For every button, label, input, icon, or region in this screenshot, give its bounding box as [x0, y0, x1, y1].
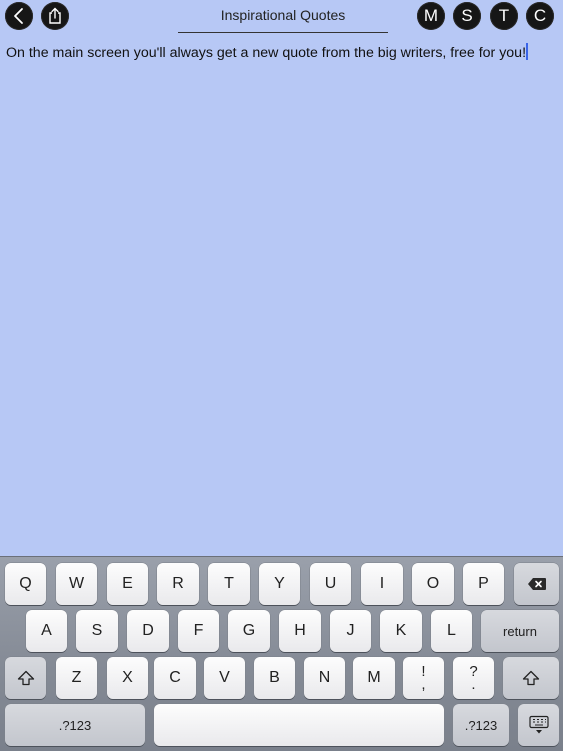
key-w[interactable]: W: [56, 563, 97, 605]
right-shift-key[interactable]: [503, 657, 559, 699]
space-bar[interactable]: [154, 704, 444, 746]
key-period-label: .: [471, 676, 476, 693]
c-button[interactable]: C: [526, 2, 554, 30]
key-exclamation-comma[interactable]: ! ,: [403, 657, 444, 699]
back-button[interactable]: [5, 2, 33, 30]
top-bar: Inspirational Quotes M S T C: [0, 0, 563, 36]
key-c[interactable]: C: [154, 657, 196, 699]
t-button[interactable]: T: [490, 2, 518, 30]
key-p[interactable]: P: [463, 563, 504, 605]
s-button[interactable]: S: [453, 2, 481, 30]
key-j[interactable]: J: [330, 610, 371, 652]
chevron-left-icon: [14, 8, 23, 24]
key-g[interactable]: G: [228, 610, 270, 652]
key-n[interactable]: N: [304, 657, 345, 699]
key-s[interactable]: S: [76, 610, 118, 652]
numbers-key-left[interactable]: .?123: [5, 704, 145, 746]
keyboard-dismiss-icon: [528, 715, 549, 734]
key-f[interactable]: F: [178, 610, 219, 652]
backspace-key[interactable]: [514, 563, 559, 605]
keyboard: Q W E R T Y U I O P A S D F G H J K L re…: [0, 556, 563, 751]
key-t[interactable]: T: [208, 563, 250, 605]
key-r[interactable]: R: [157, 563, 199, 605]
title-underline: [178, 32, 388, 33]
key-question-period[interactable]: ? .: [453, 657, 494, 699]
share-button[interactable]: [41, 2, 69, 30]
key-z[interactable]: Z: [56, 657, 97, 699]
key-x[interactable]: X: [107, 657, 148, 699]
key-q[interactable]: Q: [5, 563, 46, 605]
m-button[interactable]: M: [417, 2, 445, 30]
key-i[interactable]: I: [361, 563, 403, 605]
share-icon: [49, 7, 61, 24]
key-h[interactable]: H: [279, 610, 321, 652]
text-caret: [526, 43, 529, 60]
key-v[interactable]: V: [204, 657, 245, 699]
key-comma-label: ,: [421, 676, 426, 693]
page-title: Inspirational Quotes: [220, 7, 346, 23]
key-u[interactable]: U: [310, 563, 351, 605]
quote-text: On the main screen you'll always get a n…: [6, 45, 527, 61]
dismiss-keyboard-key[interactable]: [518, 704, 559, 746]
key-k[interactable]: K: [380, 610, 422, 652]
shift-icon: [522, 670, 540, 686]
shift-icon: [17, 670, 34, 686]
key-o[interactable]: O: [412, 563, 454, 605]
key-a[interactable]: A: [26, 610, 67, 652]
key-y[interactable]: Y: [259, 563, 300, 605]
key-l[interactable]: L: [431, 610, 472, 652]
return-key[interactable]: return: [481, 610, 559, 652]
key-m[interactable]: M: [353, 657, 395, 699]
key-d[interactable]: D: [127, 610, 169, 652]
left-shift-key[interactable]: [5, 657, 46, 699]
backspace-icon: [527, 578, 546, 590]
key-b[interactable]: B: [254, 657, 295, 699]
quote-text-area[interactable]: On the main screen you'll always get a n…: [6, 43, 556, 62]
key-e[interactable]: E: [107, 563, 148, 605]
numbers-key-right[interactable]: .?123: [453, 704, 509, 746]
